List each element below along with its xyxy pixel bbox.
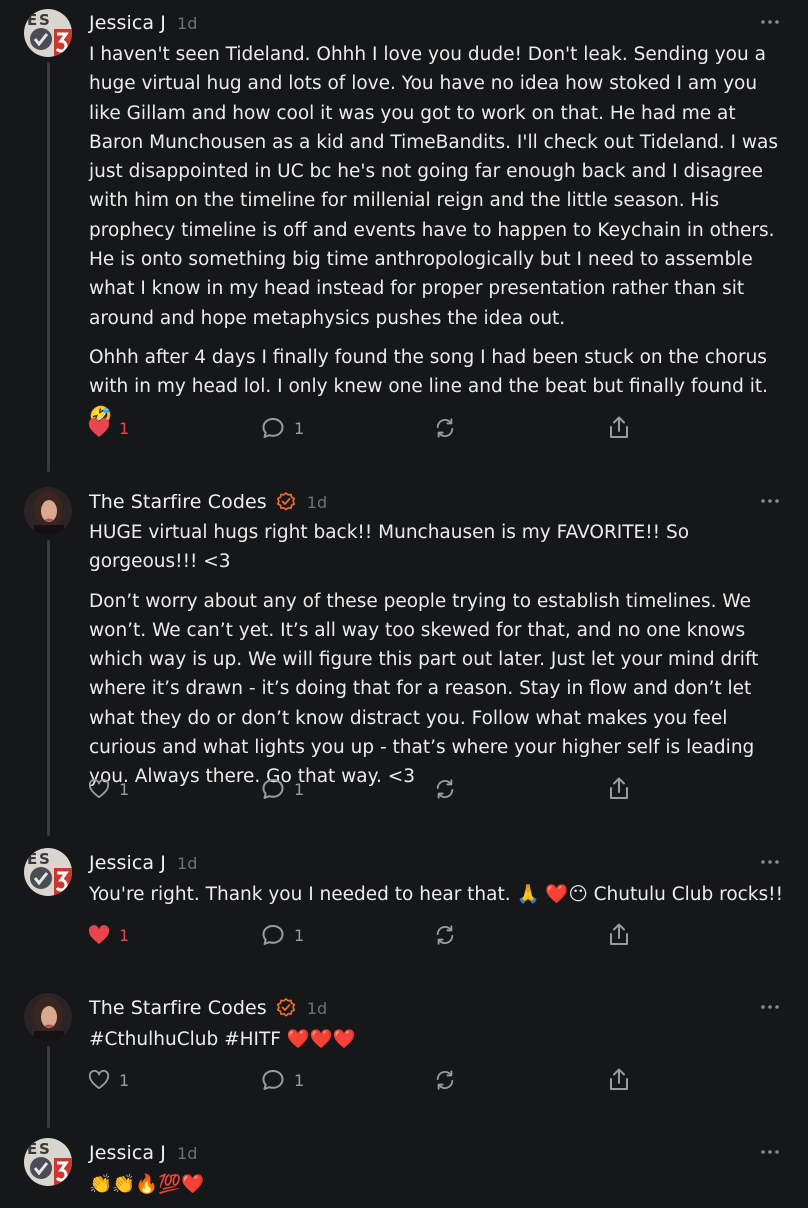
comment-bubble-icon xyxy=(262,418,284,438)
comment-body: HUGE virtual hugs right back!! Munchause… xyxy=(89,518,789,802)
svg-text:S: S xyxy=(39,1140,50,1158)
starfire-avatar-image xyxy=(24,487,72,535)
more-dots-icon[interactable] xyxy=(760,17,780,27)
comment-paragraph: #CthulhuClub #HITF ❤️❤️❤️ xyxy=(89,1029,356,1050)
share-button[interactable] xyxy=(608,923,630,947)
heart-icon xyxy=(88,779,110,799)
restack-button[interactable] xyxy=(434,777,456,801)
author-name[interactable]: Jessica J xyxy=(89,852,166,874)
share-icon xyxy=(610,416,628,438)
comment-paragraph: You're right. Thank you I needed to hear… xyxy=(89,884,783,905)
timestamp[interactable]: 1d xyxy=(177,14,197,33)
comment-actions: 1 1 xyxy=(88,1068,648,1092)
author-name[interactable]: Jessica J xyxy=(89,1142,166,1164)
comment-header: Jessica J 1d xyxy=(89,1138,197,1168)
reply-button[interactable]: 1 xyxy=(261,777,304,801)
comment-bubble-icon xyxy=(262,925,284,945)
restack-icon xyxy=(436,779,454,799)
avatar[interactable]: E S xyxy=(24,848,72,896)
restack-icon xyxy=(436,925,454,945)
like-count: 1 xyxy=(119,779,130,799)
starfire-avatar-image xyxy=(24,993,72,1041)
share-icon xyxy=(610,1068,628,1090)
avatar[interactable] xyxy=(24,993,72,1041)
jessica-avatar-image: E S xyxy=(24,9,72,57)
comment-bubble-icon xyxy=(262,1070,284,1090)
verified-check-icon xyxy=(276,998,295,1017)
comment-actions: 1 1 xyxy=(88,777,648,801)
like-count: 1 xyxy=(119,925,130,945)
author-name[interactable]: The Starfire Codes xyxy=(89,491,267,513)
restack-icon xyxy=(436,418,454,438)
like-button[interactable]: 1 xyxy=(88,777,129,801)
timestamp[interactable]: 1d xyxy=(177,854,197,873)
more-dots-icon[interactable] xyxy=(760,1147,780,1157)
comment-body: You're right. Thank you I needed to hear… xyxy=(89,880,789,919)
reply-count: 1 xyxy=(294,418,305,438)
comment-actions: 1 1 xyxy=(88,923,648,947)
comment-paragraph: I haven't seen Tideland. Ohhh I love you… xyxy=(89,44,778,329)
timestamp[interactable]: 1d xyxy=(307,493,327,512)
thread-line xyxy=(47,62,50,472)
reply-count: 1 xyxy=(294,779,305,799)
share-icon xyxy=(610,777,628,799)
comment-header: Jessica J 1d xyxy=(89,8,197,38)
reply-button[interactable]: 1 xyxy=(261,923,304,947)
author-name[interactable]: The Starfire Codes xyxy=(89,997,267,1019)
verified-check-icon xyxy=(276,492,295,511)
thread-line xyxy=(47,1046,50,1128)
avatar[interactable]: E S xyxy=(24,1138,72,1186)
comment-paragraph: HUGE virtual hugs right back!! Munchause… xyxy=(89,522,690,573)
comment-actions: 1 1 xyxy=(88,416,648,440)
svg-text:E: E xyxy=(27,1140,37,1158)
heart-icon xyxy=(88,418,110,438)
jessica-avatar-image: E S xyxy=(24,1138,72,1186)
restack-icon xyxy=(436,1070,454,1090)
reply-count: 1 xyxy=(294,925,305,945)
reply-count: 1 xyxy=(294,1070,305,1090)
comment-header: The Starfire Codes 1d xyxy=(89,993,327,1023)
share-button[interactable] xyxy=(608,416,630,440)
timestamp[interactable]: 1d xyxy=(307,999,327,1018)
heart-icon xyxy=(88,925,110,945)
avatar[interactable] xyxy=(24,487,72,535)
restack-button[interactable] xyxy=(434,923,456,947)
like-button[interactable]: 1 xyxy=(88,923,129,947)
more-dots-icon[interactable] xyxy=(760,857,780,867)
svg-text:S: S xyxy=(39,11,50,29)
svg-text:E: E xyxy=(27,11,37,29)
svg-text:S: S xyxy=(39,850,50,868)
heart-icon xyxy=(88,1070,110,1090)
timestamp[interactable]: 1d xyxy=(177,1144,197,1163)
comment-header: The Starfire Codes 1d xyxy=(89,487,327,517)
share-icon xyxy=(610,923,628,945)
share-button[interactable] xyxy=(608,1068,630,1092)
more-dots-icon[interactable] xyxy=(760,1002,780,1012)
comment-body: I haven't seen Tideland. Ohhh I love you… xyxy=(89,40,789,441)
avatar[interactable]: E S xyxy=(24,9,72,57)
jessica-avatar-image: E S xyxy=(24,848,72,896)
thread-line xyxy=(47,540,50,836)
like-button[interactable]: 1 xyxy=(88,1068,129,1092)
reply-button[interactable]: 1 xyxy=(261,1068,304,1092)
comment-paragraph: Don’t worry about any of these people tr… xyxy=(89,590,759,788)
more-dots-icon[interactable] xyxy=(760,496,780,506)
svg-text:E: E xyxy=(27,850,37,868)
restack-button[interactable] xyxy=(434,1068,456,1092)
author-name[interactable]: Jessica J xyxy=(89,12,166,34)
share-button[interactable] xyxy=(608,777,630,801)
comment-body: #CthulhuClub #HITF ❤️❤️❤️ xyxy=(89,1025,789,1064)
comment-header: Jessica J 1d xyxy=(89,848,197,878)
restack-button[interactable] xyxy=(434,416,456,440)
comment-bubble-icon xyxy=(262,779,284,799)
comment-paragraph: 👏👏🔥💯❤️ xyxy=(89,1174,205,1195)
comment-body: 👏👏🔥💯❤️ xyxy=(89,1170,789,1208)
like-count: 1 xyxy=(119,1070,130,1090)
like-button[interactable]: 1 xyxy=(88,416,129,440)
comment-thread: E S Jessica J 1d I haven't seen Tideland… xyxy=(0,0,808,1208)
like-count: 1 xyxy=(119,418,130,438)
reply-button[interactable]: 1 xyxy=(261,416,304,440)
